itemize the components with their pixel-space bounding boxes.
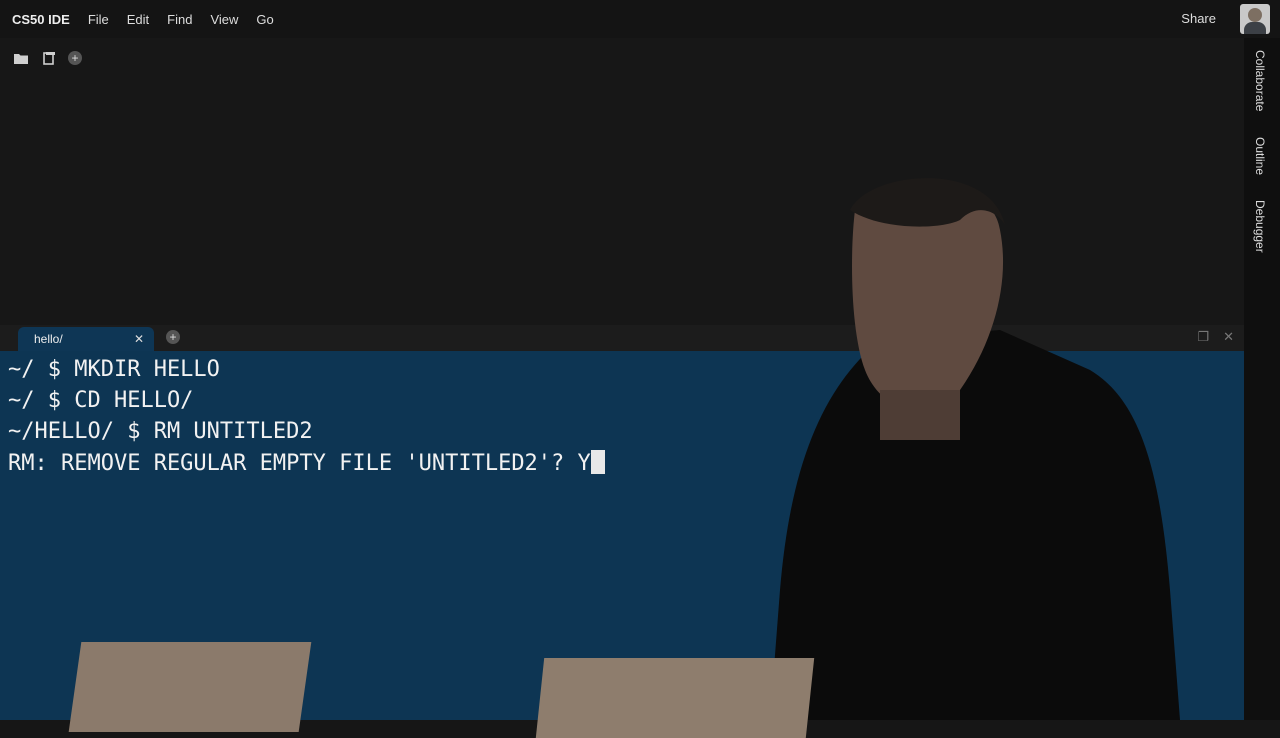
avatar-head [1248, 8, 1262, 22]
panel-buttons: ❐ ✕ [1197, 329, 1234, 345]
terminal-line-active: RM: REMOVE REGULAR EMPTY FILE 'UNTITLED2… [8, 450, 605, 476]
avatar[interactable] [1240, 4, 1270, 34]
menu-find[interactable]: Find [167, 12, 192, 27]
close-icon[interactable]: ✕ [134, 332, 144, 346]
terminal-line-text: RM: REMOVE REGULAR EMPTY FILE 'UNTITLED2… [8, 451, 591, 476]
app-brand[interactable]: CS50 IDE [12, 12, 70, 27]
sidebar-item-outline[interactable]: Outline [1253, 137, 1267, 175]
menu-go[interactable]: Go [256, 12, 273, 27]
sidebar-item-collaborate[interactable]: Collaborate [1253, 50, 1267, 111]
menu-view[interactable]: View [210, 12, 238, 27]
terminal-cursor [590, 450, 605, 474]
laptop-left [68, 642, 312, 732]
workspace-toolbar: + [12, 48, 82, 68]
menu-edit[interactable]: Edit [127, 12, 149, 27]
terminal-tab[interactable]: hello/ ✕ [18, 327, 154, 351]
right-sidebar: Collaborate Outline Debugger [1244, 38, 1280, 720]
folder-icon[interactable] [12, 49, 30, 67]
maximize-icon[interactable]: ❐ [1197, 329, 1209, 345]
terminal-tab-label: hello/ [34, 332, 63, 346]
terminal-line: ~/ $ CD HELLO/ [8, 388, 194, 413]
avatar-shoulders [1244, 22, 1266, 34]
menu-file[interactable]: File [88, 12, 109, 27]
panel-close-icon[interactable]: ✕ [1223, 329, 1234, 345]
terminal-tabbar: hello/ ✕ + ❐ ✕ [0, 325, 1244, 351]
terminal-line: ~/ $ MKDIR HELLO [8, 357, 220, 382]
plus-icon[interactable]: + [68, 51, 82, 65]
file-icon[interactable] [40, 49, 58, 67]
share-button[interactable]: Share [1181, 11, 1216, 26]
add-tab-plus-icon[interactable]: + [166, 330, 180, 344]
laptop-right [535, 658, 815, 738]
terminal-line: ~/HELLO/ $ RM UNTITLED2 [8, 419, 313, 444]
menubar: CS50 IDE File Edit Find View Go Share [0, 0, 1280, 38]
sidebar-item-debugger[interactable]: Debugger [1253, 200, 1267, 253]
